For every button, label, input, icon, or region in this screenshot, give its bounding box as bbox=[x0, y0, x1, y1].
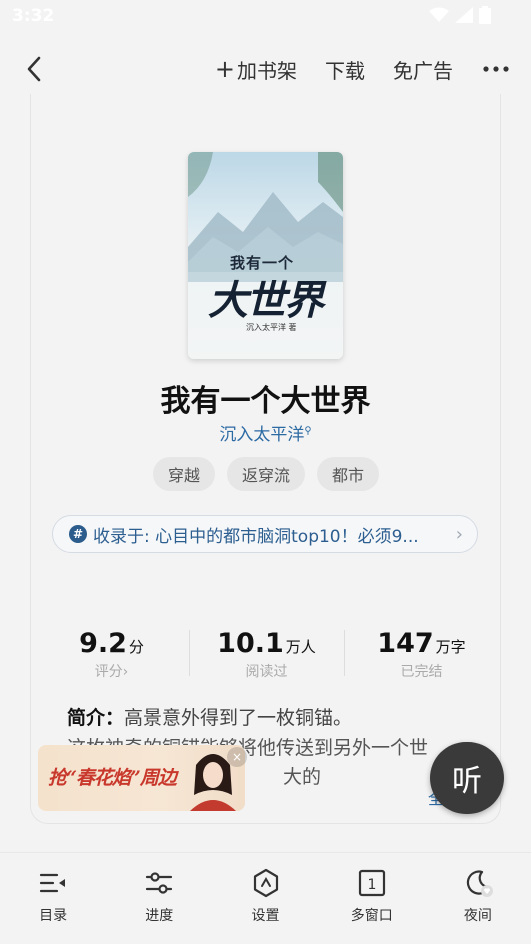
nav-label: 多窗口 bbox=[350, 908, 393, 924]
stat-rating[interactable]: 9.2 分 评分› bbox=[34, 628, 189, 686]
top-bar: + 加书架 下载 免广告 bbox=[0, 44, 531, 94]
add-to-shelf-label: 加书架 bbox=[237, 58, 297, 83]
book-cover[interactable]: 我有一个 大世界 沉入太平洋 著 bbox=[188, 152, 343, 359]
nav-multi-window[interactable]: 1 多窗口 bbox=[319, 853, 425, 944]
stat-value: 9.2 bbox=[79, 628, 127, 659]
more-button[interactable] bbox=[481, 54, 511, 84]
back-button[interactable] bbox=[20, 54, 50, 84]
intro-label: 简介： bbox=[67, 707, 125, 729]
no-ads-button[interactable]: 免广告 bbox=[393, 55, 453, 84]
stats-row: 9.2 分 评分› 10.1 万人 阅读过 147 万字 已完结 bbox=[34, 628, 499, 686]
stat-label: 已完结 bbox=[400, 664, 443, 680]
ad-banner[interactable]: 抢“春花焰”周边 bbox=[38, 745, 245, 811]
tag-list: 穿越 返穿流 都市 bbox=[153, 457, 380, 491]
stat-value: 10.1 bbox=[217, 628, 284, 659]
tag-item[interactable]: 都市 bbox=[317, 457, 380, 491]
listen-button[interactable]: 听 bbox=[430, 742, 504, 814]
stat-label: 阅读过 bbox=[245, 664, 288, 680]
status-bar: 3:32 bbox=[0, 0, 531, 36]
nav-label: 设置 bbox=[251, 908, 280, 924]
intro-text-line1: 高景意外得到了一枚铜锚。 bbox=[124, 707, 353, 729]
bottom-nav: 目录 进度 设置 1 多窗口 夜间 bbox=[0, 852, 531, 944]
stat-unit: 分 bbox=[128, 638, 144, 656]
multi-window-badge: 1 bbox=[367, 877, 376, 893]
nav-progress[interactable]: 进度 bbox=[106, 853, 212, 944]
more-dots-icon bbox=[483, 66, 509, 72]
author-link[interactable]: 沉入太平洋⚲ bbox=[0, 420, 531, 445]
book-title: 我有一个大世界 bbox=[160, 384, 371, 419]
stat-readers: 10.1 万人 阅读过 bbox=[189, 628, 344, 686]
plus-icon: + bbox=[214, 55, 235, 83]
search-small-icon: ⚲ bbox=[304, 425, 312, 437]
collection-link[interactable]: # 收录于: 心目中的都市脑洞top10！必须9... › bbox=[52, 515, 478, 553]
nav-settings[interactable]: 设置 bbox=[212, 853, 318, 944]
progress-icon bbox=[146, 872, 173, 894]
stat-word-count: 147 万字 已完结 bbox=[344, 628, 499, 686]
status-icons bbox=[429, 6, 491, 24]
chevron-right-icon: › bbox=[455, 524, 463, 545]
battery-icon bbox=[479, 6, 491, 24]
nav-label: 进度 bbox=[145, 908, 174, 924]
intro-first-line: 简介：高景意外得到了一枚铜锚。 bbox=[67, 704, 477, 733]
wifi-icon bbox=[429, 7, 449, 22]
add-to-shelf-button[interactable]: + 加书架 bbox=[215, 55, 297, 84]
nav-night-mode[interactable]: 夜间 bbox=[425, 853, 531, 944]
multi-window-icon: 1 bbox=[358, 869, 385, 897]
stat-value: 147 bbox=[377, 628, 434, 659]
chevron-left-icon bbox=[27, 56, 41, 82]
tag-item[interactable]: 返穿流 bbox=[227, 457, 306, 491]
stat-unit: 万人 bbox=[285, 638, 316, 656]
settings-icon bbox=[253, 868, 278, 898]
download-button[interactable]: 下载 bbox=[325, 55, 365, 84]
catalog-icon bbox=[39, 873, 66, 893]
nav-label: 目录 bbox=[39, 908, 68, 924]
download-label: 下载 bbox=[325, 58, 365, 83]
no-ads-label: 免广告 bbox=[393, 58, 453, 83]
collection-text: 收录于: 心目中的都市脑洞top10！必须9... bbox=[93, 526, 419, 547]
ad-text: 抢“春花焰”周边 bbox=[48, 767, 177, 789]
hashtag-icon: # bbox=[69, 525, 87, 543]
tag-item[interactable]: 穿越 bbox=[153, 457, 216, 491]
top-actions: + 加书架 下载 免广告 bbox=[187, 54, 511, 84]
nav-catalog[interactable]: 目录 bbox=[0, 853, 106, 944]
cover-big-title: 大世界 bbox=[208, 277, 324, 324]
night-mode-icon bbox=[466, 870, 493, 897]
status-time: 3:32 bbox=[12, 6, 55, 26]
stat-unit: 万字 bbox=[435, 638, 466, 656]
signal-icon bbox=[455, 7, 473, 23]
author-name: 沉入太平洋 bbox=[219, 425, 305, 445]
stat-label: 评分› bbox=[94, 664, 129, 680]
cover-author: 沉入太平洋 著 bbox=[246, 323, 297, 332]
ad-close-button[interactable]: × bbox=[227, 747, 247, 767]
nav-label: 夜间 bbox=[463, 908, 492, 924]
